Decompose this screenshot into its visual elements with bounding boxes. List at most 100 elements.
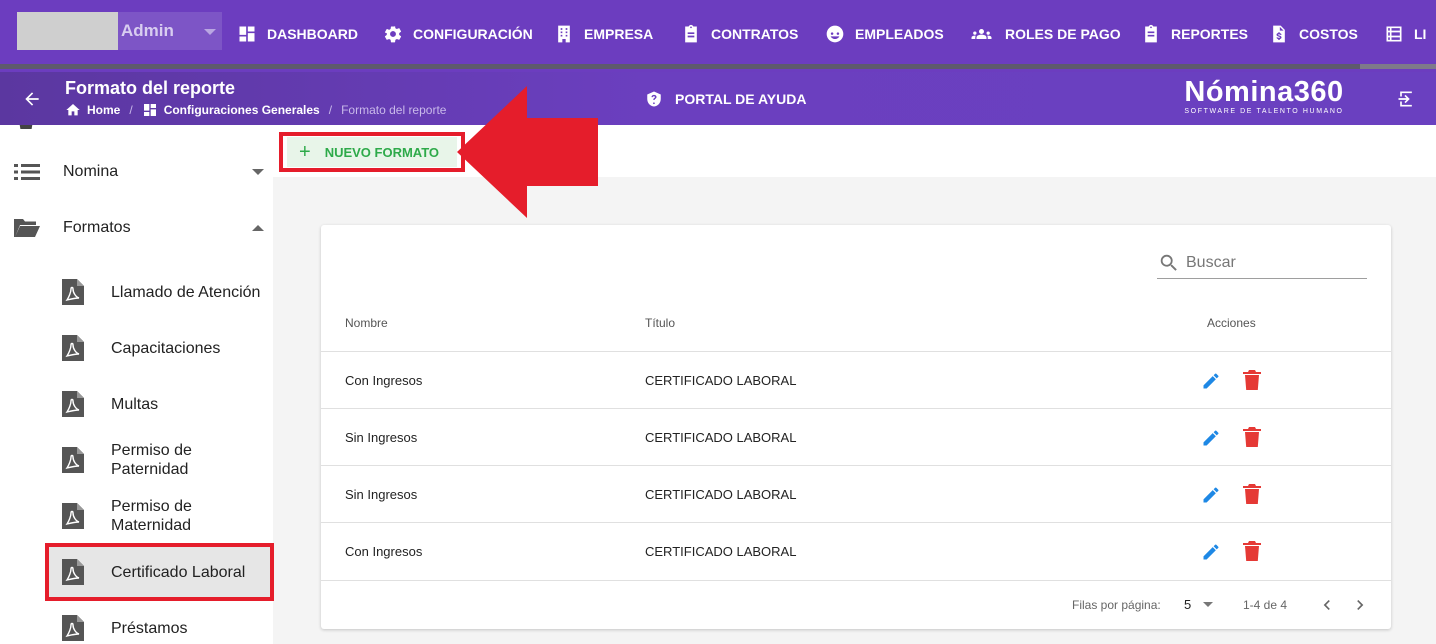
face-icon — [826, 25, 844, 43]
highlight-box — [45, 543, 274, 601]
home-icon — [66, 104, 80, 116]
nav-empleados[interactable]: EMPLEADOS — [825, 22, 944, 46]
sidebar-item-permiso-de-maternidad[interactable]: Permiso de Maternidad — [45, 488, 273, 544]
edit-icon[interactable] — [1201, 371, 1221, 391]
search-box[interactable] — [1157, 247, 1367, 279]
breadcrumb-section[interactable]: Configuraciones Generales — [164, 103, 320, 117]
pagination-range: 1-4 de 4 — [1243, 598, 1288, 612]
cell-titulo: CERTIFICADO LABORAL — [645, 544, 797, 559]
breadcrumb-current: Formato del reporte — [341, 103, 447, 117]
red-arrow-icon — [457, 86, 598, 218]
top-navbar: Admin DASHBOARD CONFIGURACIÓN EMPRESA CO… — [0, 0, 1436, 72]
help-label: PORTAL DE AYUDA — [675, 91, 807, 107]
pdf-file-icon — [62, 615, 84, 641]
delete-icon[interactable] — [1243, 484, 1261, 504]
column-header-acciones: Acciones — [1207, 316, 1256, 330]
search-input[interactable] — [1186, 253, 1361, 272]
dashboard-icon — [143, 104, 156, 116]
breadcrumb-separator: / — [328, 103, 333, 117]
column-header-titulo[interactable]: Título — [645, 316, 675, 330]
nav-label: CONFIGURACIÓN — [413, 26, 533, 42]
nav-li[interactable]: LI — [1384, 22, 1426, 46]
nav-scrollbar-thumb[interactable] — [0, 64, 1360, 69]
table-pagination: Filas por página: 5 1-4 de 4 — [321, 580, 1391, 629]
nav-contratos[interactable]: CONTRATOS — [681, 22, 798, 46]
nav-label: LI — [1414, 26, 1427, 42]
sidebar-item-icon — [18, 125, 34, 129]
nav-label: CONTRATOS — [711, 26, 799, 42]
nav-reportes[interactable]: REPORTES — [1141, 22, 1248, 46]
help-icon — [647, 91, 661, 107]
sidebar-item-label: Permiso de Paternidad — [111, 442, 192, 478]
group-icon — [971, 29, 992, 39]
nav-configuracion[interactable]: CONFIGURACIÓN — [383, 22, 533, 46]
sidebar-item-permiso-de-paternidad[interactable]: Permiso de Paternidad — [45, 432, 273, 488]
chevron-down-icon — [204, 29, 216, 35]
building-icon — [558, 25, 570, 43]
breadcrumb-separator: / — [129, 103, 133, 117]
nav-label: EMPLEADOS — [855, 26, 944, 42]
sidebar-item-capacitaciones[interactable]: Capacitaciones — [45, 320, 273, 376]
sidebar-item-label: Capacitaciones — [111, 339, 221, 357]
breadcrumb: Home / Configuraciones Generales / Forma… — [65, 102, 446, 118]
sidebar-group-label: Formatos — [63, 219, 131, 236]
breadcrumb-home[interactable]: Home — [87, 103, 120, 117]
nav-costos[interactable]: COSTOS — [1269, 22, 1358, 46]
chevron-right-icon[interactable] — [1350, 595, 1370, 615]
delete-icon[interactable] — [1243, 370, 1261, 390]
nav-label: EMPRESA — [584, 26, 654, 42]
sidebar-item-label: Permiso de Maternidad — [111, 498, 192, 534]
help-portal-link[interactable]: PORTAL DE AYUDA — [645, 90, 806, 108]
clipboard-list-icon — [1145, 24, 1157, 43]
dashboard-icon — [239, 26, 255, 42]
table-row: Con Ingresos CERTIFICADO LABORAL — [321, 351, 1391, 408]
avatar — [17, 12, 118, 50]
chevron-down-icon — [1203, 602, 1214, 607]
edit-icon[interactable] — [1201, 428, 1221, 448]
edit-icon[interactable] — [1201, 485, 1221, 505]
sidebar-group-nomina[interactable]: Nomina — [0, 152, 273, 192]
sidebar-group-formatos[interactable]: Formatos — [0, 208, 273, 248]
cell-nombre: Sin Ingresos — [345, 487, 418, 502]
page-title: Formato del reporte — [65, 78, 236, 98]
nav-dashboard[interactable]: DASHBOARD — [237, 22, 358, 46]
arrow-back-icon[interactable] — [22, 89, 42, 109]
list-icon — [1386, 26, 1402, 42]
sidebar-item-label: Multas — [111, 395, 159, 413]
user-name: Admin — [121, 21, 174, 40]
pdf-file-icon — [62, 391, 84, 417]
nav-label: COSTOS — [1299, 26, 1358, 42]
cell-titulo: CERTIFICADO LABORAL — [645, 430, 797, 445]
formats-table-card: Nombre Título Acciones Con Ingresos CERT… — [321, 225, 1391, 629]
chevron-up-icon — [252, 225, 264, 231]
invoice-dollar-icon — [1273, 25, 1285, 43]
nav-empresa[interactable]: EMPRESA — [554, 22, 653, 46]
user-menu[interactable]: Admin — [17, 12, 222, 50]
highlight-box — [279, 132, 465, 172]
page-header: Formato del reporte Home / Configuracion… — [0, 72, 1436, 125]
chevron-left-icon[interactable] — [1317, 595, 1337, 615]
delete-icon[interactable] — [1243, 541, 1261, 561]
edit-icon[interactable] — [1201, 542, 1221, 562]
table-row: Con Ingresos CERTIFICADO LABORAL — [321, 522, 1391, 579]
column-header-nombre[interactable]: Nombre — [345, 316, 388, 330]
search-icon — [1160, 254, 1177, 271]
sidebar-item-llamado-de-atencion[interactable]: Llamado de Atención — [45, 264, 273, 320]
nav-roles-de-pago[interactable]: ROLES DE PAGO — [968, 22, 1121, 46]
nav-label: ROLES DE PAGO — [1005, 26, 1121, 42]
logout-icon[interactable] — [1396, 89, 1416, 109]
sidebar-item-prestamos[interactable]: Préstamos — [45, 600, 273, 644]
pdf-file-icon — [62, 447, 84, 473]
delete-icon[interactable] — [1243, 427, 1261, 447]
gear-icon — [384, 26, 402, 43]
nav-label: REPORTES — [1171, 26, 1249, 42]
cell-nombre: Con Ingresos — [345, 373, 423, 388]
table-row: Sin Ingresos CERTIFICADO LABORAL — [321, 408, 1391, 465]
folder-open-icon — [14, 219, 40, 237]
cell-titulo: CERTIFICADO LABORAL — [645, 373, 797, 388]
pdf-file-icon — [62, 503, 84, 529]
rows-per-page-select[interactable]: 5 — [1184, 597, 1214, 612]
cell-nombre: Con Ingresos — [345, 544, 423, 559]
sidebar-item-multas[interactable]: Multas — [45, 376, 273, 432]
pdf-file-icon — [62, 335, 84, 361]
